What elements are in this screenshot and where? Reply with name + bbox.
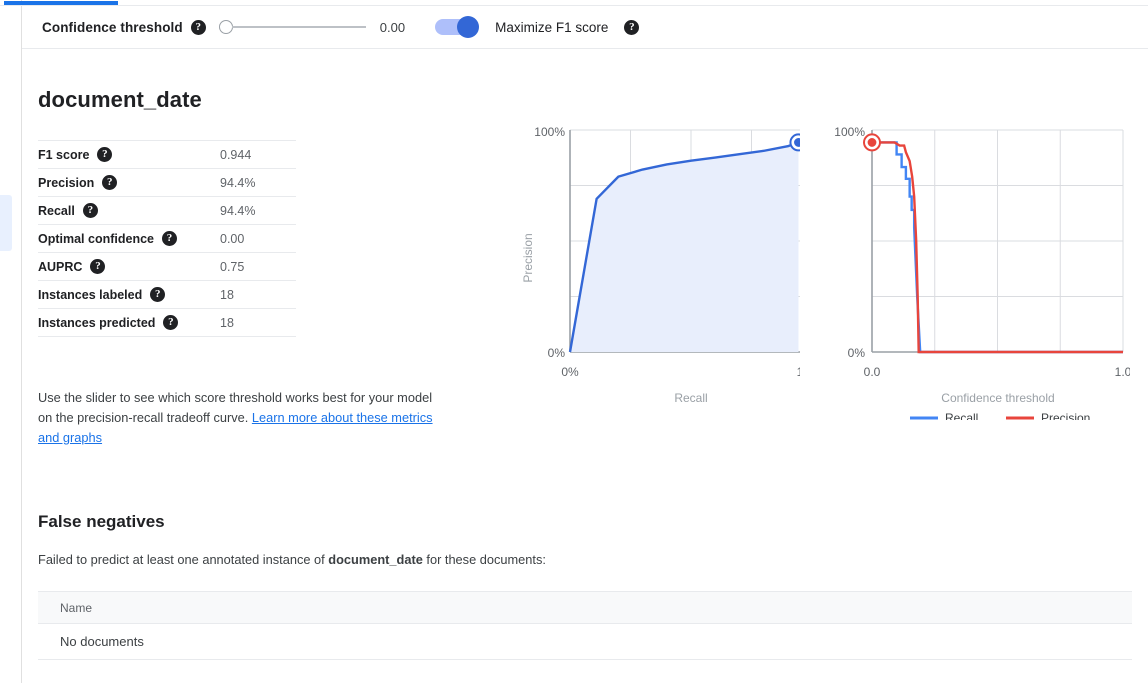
metric-name-cell: Instances labeled?	[38, 281, 220, 309]
evaluation-content: document_date F1 score?0.944Precision?94…	[22, 50, 1148, 683]
help-icon-maximize-f1[interactable]: ?	[624, 20, 639, 35]
help-icon-metric[interactable]: ?	[90, 259, 105, 274]
ct-ytick-label-top: 100%	[834, 125, 865, 139]
metric-value: 18	[220, 281, 296, 309]
metric-label: Optimal confidence	[38, 232, 154, 246]
help-icon-metric[interactable]: ?	[150, 287, 165, 302]
false-negatives-table: Name No documents	[38, 591, 1132, 660]
metric-name-cell: Instances predicted?	[38, 309, 220, 337]
help-icon-confidence[interactable]: ?	[191, 20, 206, 35]
metric-row: Instances labeled?18	[38, 281, 296, 309]
pr-x-axis-title: Recall	[674, 391, 707, 405]
metric-value: 94.4%	[220, 197, 296, 225]
pr-y-axis-title: Precision	[521, 233, 535, 282]
pr-ytick-label-bottom: 0%	[548, 346, 566, 360]
metric-value: 0.00	[220, 225, 296, 253]
left-rail	[0, 0, 22, 683]
legend-label-precision: Precision	[1041, 411, 1090, 420]
fn-desc-entity: document_date	[328, 552, 423, 567]
help-icon-metric[interactable]: ?	[102, 175, 117, 190]
help-icon-metric[interactable]: ?	[83, 203, 98, 218]
maximize-f1-label: Maximize F1 score	[495, 20, 608, 35]
ct-x-axis-title: Confidence threshold	[941, 391, 1054, 405]
ct-optimal-point-marker[interactable]	[864, 134, 880, 150]
metric-label: Precision	[38, 176, 94, 190]
table-row: No documents	[38, 624, 1132, 660]
evaluation-toolbar: Confidence threshold ? 0.00 Maximize F1 …	[22, 6, 1148, 49]
confidence-threshold-slider[interactable]	[219, 20, 366, 34]
metric-row: Optimal confidence?0.00	[38, 225, 296, 253]
ct-ytick-label-bottom: 0%	[848, 346, 866, 360]
toggle-knob[interactable]	[457, 16, 479, 38]
ct-xtick-label-right: 1.0	[1115, 365, 1130, 379]
metric-row: F1 score?0.944	[38, 141, 296, 169]
metric-label: Recall	[38, 204, 75, 218]
help-icon-metric[interactable]: ?	[97, 147, 112, 162]
rail-active-indicator	[0, 195, 12, 251]
metrics-note: Use the slider to see which score thresh…	[38, 388, 438, 448]
metric-name-cell: Recall?	[38, 197, 220, 225]
slider-track[interactable]	[232, 26, 366, 28]
column-header-name: Name	[38, 601, 92, 615]
false-negatives-title: False negatives	[38, 512, 165, 532]
metric-label: AUPRC	[38, 260, 82, 274]
metric-value: 0.944	[220, 141, 296, 169]
confidence-threshold-value: 0.00	[380, 20, 405, 35]
metric-row: AUPRC?0.75	[38, 253, 296, 281]
pr-area-fill	[570, 142, 798, 352]
marker-dot[interactable]	[868, 138, 877, 147]
metric-row: Instances predicted?18	[38, 309, 296, 337]
table-header-row: Name	[38, 591, 1132, 624]
metric-row: Recall?94.4%	[38, 197, 296, 225]
confidence-threshold-chart: 100% 0% 0.0 1.0 Confidence threshold Rec…	[790, 120, 1130, 420]
false-negatives-description: Failed to predict at least one annotated…	[38, 552, 546, 567]
metric-label: F1 score	[38, 148, 89, 162]
slider-thumb[interactable]	[219, 20, 233, 34]
page-title: document_date	[38, 87, 202, 113]
metric-name-cell: AUPRC?	[38, 253, 220, 281]
metric-value: 18	[220, 309, 296, 337]
maximize-f1-toggle-group[interactable]: Maximize F1 score ?	[435, 19, 639, 35]
metric-label: Instances labeled	[38, 288, 142, 302]
legend-label-recall: Recall	[945, 411, 978, 420]
help-icon-metric[interactable]: ?	[162, 231, 177, 246]
empty-state-label: No documents	[38, 634, 144, 649]
fn-desc-prefix: Failed to predict at least one annotated…	[38, 552, 328, 567]
metric-label: Instances predicted	[38, 316, 155, 330]
metric-value: 0.75	[220, 253, 296, 281]
ct-legend: Recall Precision	[910, 411, 1090, 420]
metrics-table: F1 score?0.944Precision?94.4%Recall?94.4…	[38, 140, 296, 337]
metric-value: 94.4%	[220, 169, 296, 197]
confidence-threshold-label: Confidence threshold	[42, 20, 183, 35]
metric-name-cell: F1 score?	[38, 141, 220, 169]
metric-name-cell: Optimal confidence?	[38, 225, 220, 253]
help-icon-metric[interactable]: ?	[163, 315, 178, 330]
maximize-f1-toggle[interactable]	[435, 19, 477, 35]
pr-xtick-label-left: 0%	[561, 365, 579, 379]
metric-row: Precision?94.4%	[38, 169, 296, 197]
precision-recall-chart: 100% 0% 0% 100% Precision Recall	[480, 120, 800, 410]
pr-ytick-label-top: 100%	[534, 125, 565, 139]
metric-name-cell: Precision?	[38, 169, 220, 197]
ct-xtick-label-left: 0.0	[864, 365, 881, 379]
fn-desc-suffix: for these documents:	[423, 552, 546, 567]
